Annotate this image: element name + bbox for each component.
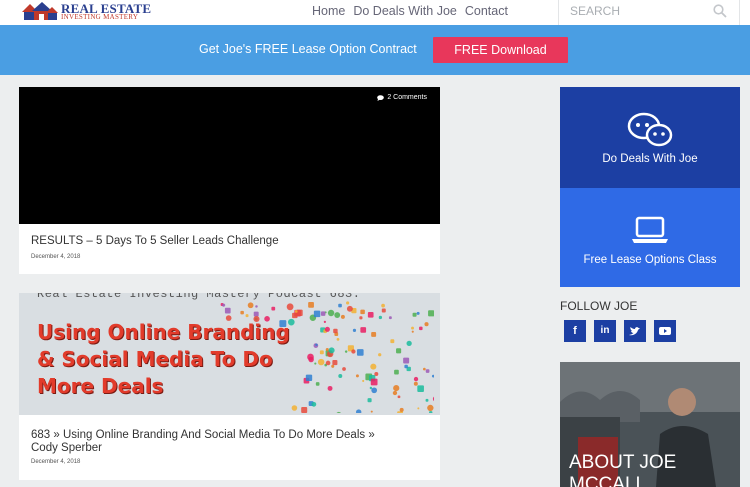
thumbnail-headline: Using Online Branding & Social Media To … <box>37 319 290 400</box>
twitter-icon[interactable] <box>624 320 646 342</box>
about-title-line: ABOUT JOE <box>569 452 677 473</box>
post-title-link[interactable]: 683 » Using Online Branding And Social M… <box>31 429 375 455</box>
free-download-button[interactable]: FREE Download <box>433 37 568 63</box>
logo-subtitle: INVESTING MASTERY <box>61 12 139 21</box>
about-joe-title: ABOUT JOE MCCALL <box>569 452 676 487</box>
about-joe-card[interactable]: ABOUT JOE MCCALL <box>560 362 740 487</box>
nav-home[interactable]: Home <box>312 4 345 18</box>
thumbnail-line: More Deals <box>37 374 164 398</box>
thumbnail-caption: Real Estate Investing Mastery Podcast 68… <box>37 293 361 301</box>
search-placeholder: SEARCH <box>570 4 621 18</box>
box-label: Free Lease Options Class <box>583 254 717 266</box>
post-card: Real Estate Investing Mastery Podcast 68… <box>19 293 440 480</box>
main-nav: Home Do Deals With Joe Contact <box>312 4 508 18</box>
post-thumbnail[interactable]: Real Estate Investing Mastery Podcast 68… <box>19 293 440 415</box>
post-title-link[interactable]: RESULTS – 5 Days To 5 Seller Leads Chall… <box>31 235 279 247</box>
site-logo[interactable]: REAL ESTATE INVESTING MASTERY <box>20 1 151 21</box>
search-input[interactable]: SEARCH <box>558 0 740 25</box>
thumbnail-line: Using Online Branding <box>37 320 290 344</box>
comment-icon <box>377 94 385 101</box>
thumbnail-line: & Social Media To Do <box>37 347 273 371</box>
search-icon[interactable] <box>713 4 727 18</box>
video-player[interactable]: 2 Comments <box>19 87 440 224</box>
banner-text: Get Joe's FREE Lease Option Contract <box>199 42 417 56</box>
post-title-line: 683 » Using Online Branding And Social M… <box>31 429 375 441</box>
post-title-line: Cody Sperber <box>31 442 102 454</box>
follow-joe-heading: FOLLOW JOE <box>560 299 638 313</box>
linkedin-icon[interactable]: in <box>594 320 616 342</box>
about-title-line: MCCALL <box>569 474 647 487</box>
nav-do-deals-with-joe[interactable]: Do Deals With Joe <box>353 4 457 18</box>
facebook-icon[interactable]: f <box>564 320 586 342</box>
box-label: Do Deals With Joe <box>602 153 698 165</box>
post-card: 2 Comments RESULTS – 5 Days To 5 Seller … <box>19 87 440 274</box>
youtube-icon[interactable] <box>654 320 676 342</box>
promo-banner: Get Joe's FREE Lease Option Contract FRE… <box>0 25 750 75</box>
free-lease-options-class-box[interactable]: Free Lease Options Class <box>560 188 740 287</box>
houses-logo-icon <box>20 1 58 21</box>
do-deals-with-joe-box[interactable]: Do Deals With Joe <box>560 87 740 188</box>
post-date: December 4, 2018 <box>31 254 81 260</box>
laptop-icon <box>632 216 668 243</box>
comments-count: 2 Comments <box>387 94 427 101</box>
post-date: December 4, 2018 <box>31 459 81 465</box>
comments-link[interactable]: 2 Comments <box>377 94 427 101</box>
chat-bubbles-icon <box>627 112 673 147</box>
nav-contact[interactable]: Contact <box>465 4 508 18</box>
top-navigation-bar: REAL ESTATE INVESTING MASTERY Home Do De… <box>0 0 750 25</box>
